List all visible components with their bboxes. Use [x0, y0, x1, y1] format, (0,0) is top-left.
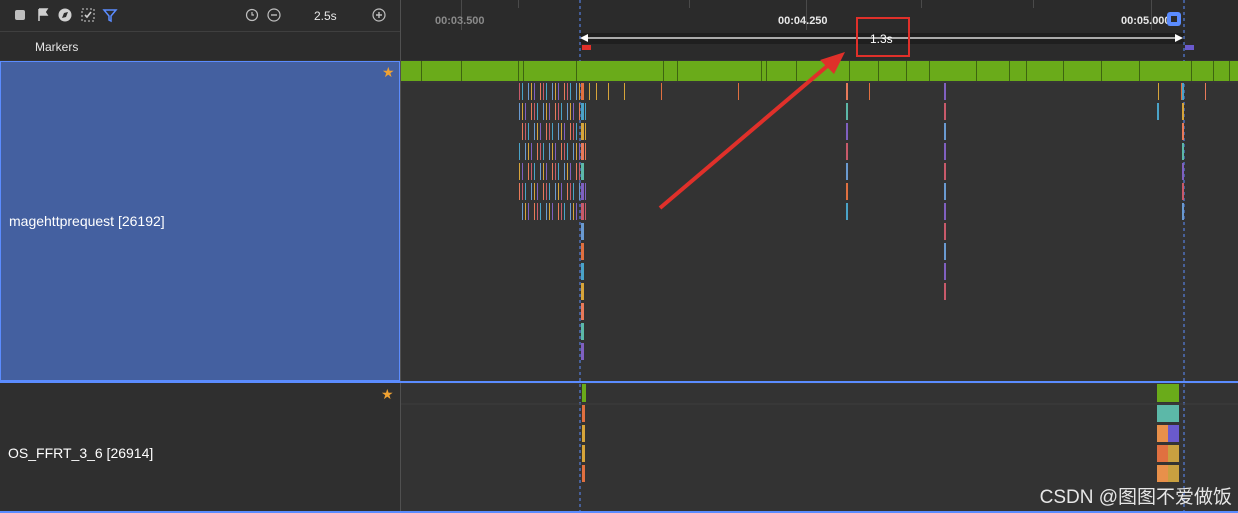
watermark: CSDN @图图不爱做饭 — [1039, 487, 1232, 508]
annotation-arrow — [658, 52, 845, 210]
